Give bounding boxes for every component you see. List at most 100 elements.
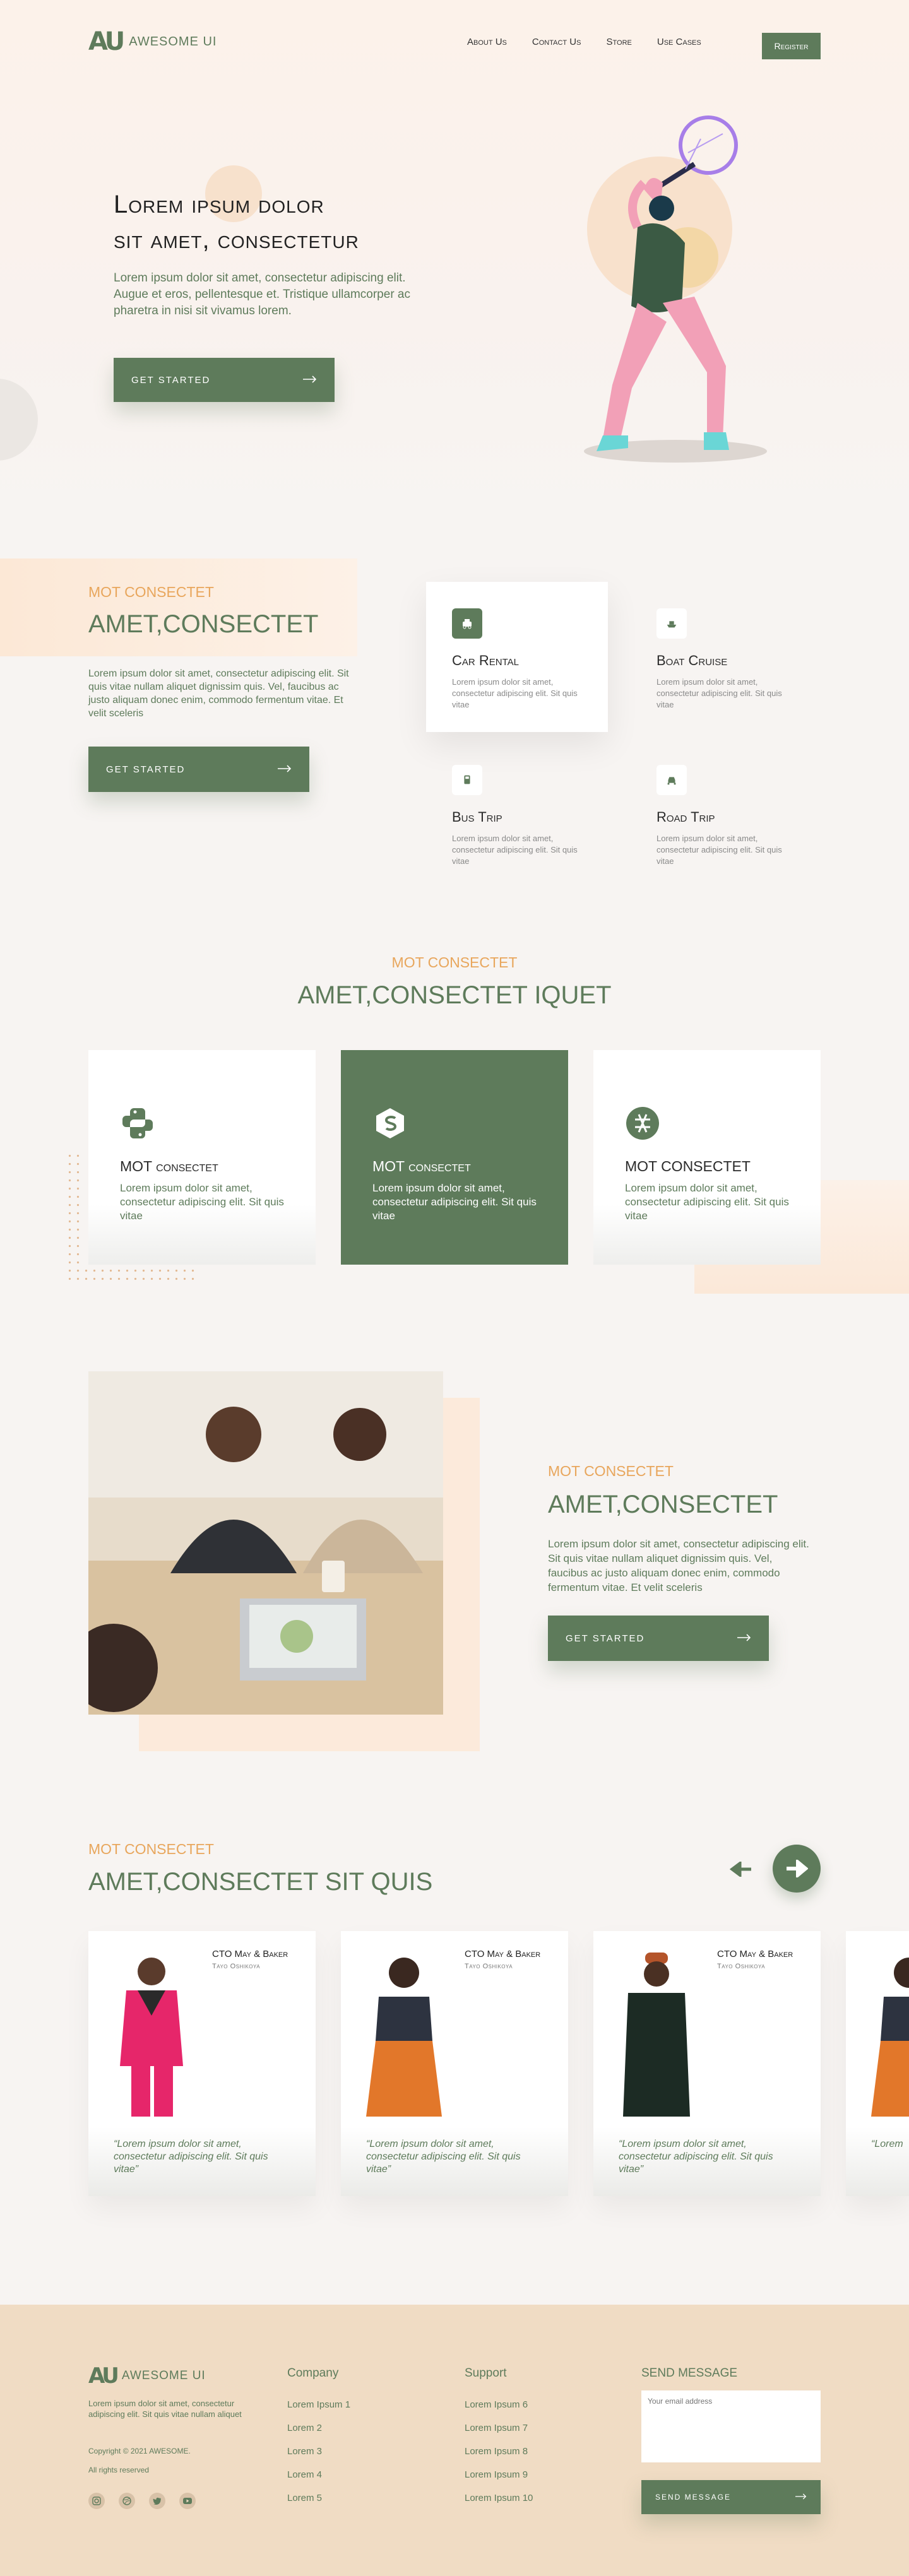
features-title: AMET,CONSECTET IQUET (297, 981, 612, 1009)
testimonial-role: CTO May & Baker (212, 1949, 288, 1959)
hero-title-line: Lorem ipsum dolor (114, 191, 324, 218)
footer-link[interactable]: Lorem 2 (287, 2423, 350, 2433)
feature-card[interactable]: MOT consectet Lorem ipsum dolor sit amet… (88, 1050, 316, 1265)
footer-column-title: Company (287, 2366, 339, 2380)
email-field[interactable] (641, 2390, 821, 2462)
footer-link[interactable]: Lorem Ipsum 1 (287, 2399, 350, 2410)
testimonial-role: CTO May & Baker (465, 1949, 541, 1959)
feature-title: MOT CONSECTET (625, 1158, 751, 1174)
testimonial-name: Tayo Oshikoya (465, 1963, 513, 1970)
feature-title: MOT consectet (120, 1158, 218, 1174)
services-text: Lorem ipsum dolor sit amet, consectetur … (88, 668, 349, 719)
hero-text: Lorem ipsum dolor sit amet, consectetur … (114, 271, 410, 317)
car-front-icon (656, 765, 687, 795)
about-eyebrow: MOT CONSECTET (548, 1463, 674, 1479)
service-boat-cruise[interactable]: Boat Cruise Lorem ipsum dolor sit amet, … (656, 608, 783, 711)
nav-contact-us[interactable]: Contact Us (532, 37, 581, 47)
send-message-button[interactable]: SEND MESSAGE (641, 2480, 821, 2514)
footer-copyright: Copyright © 2021 AWESOME. (88, 2447, 191, 2455)
person-photo (366, 1958, 442, 2117)
services-title: AMET,CONSECTET (88, 610, 319, 638)
footer-link[interactable]: Lorem Ipsum 6 (465, 2399, 533, 2410)
logo-text: AWESOME UI (121, 2369, 206, 2382)
footer-link[interactable]: Lorem Ipsum 10 (465, 2493, 533, 2503)
footer-link[interactable]: Lorem 3 (287, 2446, 350, 2457)
footer-logo[interactable]: AU AWESOME UI (88, 2365, 206, 2387)
arrow-right-icon (787, 1860, 808, 1877)
service-text: Lorem ipsum dolor sit amet, consectetur … (656, 834, 782, 866)
feature-card-active[interactable]: MOT consectet Lorem ipsum dolor sit amet… (341, 1050, 568, 1265)
tennis-player-illustration (584, 115, 767, 463)
testimonial-name: Tayo Oshikoya (717, 1963, 766, 1970)
testimonial-quote: “Lorem ipsum dolor sit amet, consectetur… (88, 2127, 316, 2196)
button-label: GET STARTED (106, 764, 186, 775)
footer-rights: All rights reserved (88, 2466, 150, 2474)
services-eyebrow: MOT CONSECTET (88, 584, 214, 600)
service-title: Car Rental (452, 653, 519, 668)
bus-icon (452, 765, 482, 795)
team-meeting-photo (88, 1371, 443, 1715)
testimonial-card-partial[interactable]: “Lorem (846, 1931, 909, 2196)
hero-title: Lorem ipsum dolor sit amet, consectetur (114, 187, 467, 257)
service-title: Boat Cruise (656, 653, 728, 668)
testimonial-card[interactable]: CTO May & Baker Tayo Oshikoya “Lorem ips… (593, 1931, 821, 2196)
prev-arrow-button[interactable] (729, 1860, 752, 1880)
arrow-right-icon (795, 2493, 807, 2502)
testimonial-card[interactable]: CTO May & Baker Tayo Oshikoya “Lorem ips… (341, 1931, 568, 2196)
arrow-right-icon (737, 1633, 751, 1644)
testimonial-quote: “Lorem ipsum dolor sit amet, consectetur… (341, 2127, 568, 2196)
testimonial-name: Tayo Oshikoya (212, 1963, 261, 1970)
footer-support-column: Support Lorem Ipsum 6 Lorem Ipsum 7 Lore… (465, 2366, 533, 2516)
service-title: Bus Trip (452, 809, 502, 825)
logo[interactable]: AU AWESOME UI (88, 29, 217, 54)
service-title: Road Trip (656, 809, 715, 825)
footer-column-title: SEND MESSAGE (641, 2366, 738, 2380)
nav-store[interactable]: Store (606, 37, 631, 47)
section-band (0, 558, 357, 656)
footer-link[interactable]: Lorem 5 (287, 2493, 350, 2503)
feature-text: Lorem ipsum dolor sit amet, consectetur … (372, 1182, 537, 1222)
next-arrow-button[interactable] (773, 1845, 821, 1893)
about-title: AMET,CONSECTET (548, 1491, 778, 1518)
footer-link[interactable]: Lorem 4 (287, 2469, 350, 2480)
service-bus-trip[interactable]: Bus Trip Lorem ipsum dolor sit amet, con… (452, 765, 578, 867)
hero-background (0, 0, 909, 517)
service-car-rental[interactable]: Car Rental Lorem ipsum dolor sit amet, c… (452, 608, 578, 711)
logo-text: AWESOME UI (129, 34, 217, 49)
features-eyebrow: MOT CONSECTET (391, 954, 518, 971)
button-label: GET STARTED (566, 1633, 645, 1644)
testimonial-card[interactable]: CTO May & Baker Tayo Oshikoya “Lorem ips… (88, 1931, 316, 2196)
hero-title-line: sit amet, consectetur (114, 226, 359, 254)
footer-link[interactable]: Lorem Ipsum 7 (465, 2423, 533, 2433)
service-text: Lorem ipsum dolor sit amet, consectetur … (656, 677, 782, 709)
person-photo (871, 1958, 909, 2117)
testimonial-quote: “Lorem ipsum dolor sit amet, consectetur… (593, 2127, 821, 2196)
footer-link[interactable]: Lorem Ipsum 8 (465, 2446, 533, 2457)
footer-company-column: Company Lorem Ipsum 1 Lorem 2 Lorem 3 Lo… (287, 2366, 350, 2516)
instagram-icon[interactable] (88, 2493, 105, 2509)
nav-use-cases[interactable]: Use Cases (657, 37, 701, 47)
get-started-button[interactable]: GET STARTED (548, 1616, 769, 1661)
logo-mark: AU (88, 27, 125, 56)
hexagon-s-icon (372, 1106, 537, 1144)
feature-text: Lorem ipsum dolor sit amet, consectetur … (120, 1182, 284, 1222)
car-icon (452, 608, 482, 639)
dribbble-icon[interactable] (119, 2493, 135, 2509)
youtube-icon[interactable] (179, 2493, 196, 2509)
feature-text: Lorem ipsum dolor sit amet, consectetur … (625, 1182, 789, 1222)
get-started-button[interactable]: GET STARTED (114, 358, 335, 402)
logo-mark: AU (88, 2363, 119, 2389)
get-started-button[interactable]: GET STARTED (88, 747, 309, 792)
boat-icon (656, 608, 687, 639)
footer-link[interactable]: Lorem Ipsum 9 (465, 2469, 533, 2480)
nav-about-us[interactable]: About Us (467, 37, 507, 47)
feature-card[interactable]: MOT CONSECTET Lorem ipsum dolor sit amet… (593, 1050, 821, 1265)
testimonial-quote: “Lorem (846, 2127, 909, 2196)
button-label: GET STARTED (131, 374, 211, 386)
register-button[interactable]: Register (762, 33, 821, 59)
feature-title: MOT consectet (372, 1158, 471, 1174)
service-road-trip[interactable]: Road Trip Lorem ipsum dolor sit amet, co… (656, 765, 783, 867)
person-photo (120, 1958, 183, 2117)
person-photo (623, 1953, 690, 2117)
twitter-icon[interactable] (149, 2493, 165, 2509)
